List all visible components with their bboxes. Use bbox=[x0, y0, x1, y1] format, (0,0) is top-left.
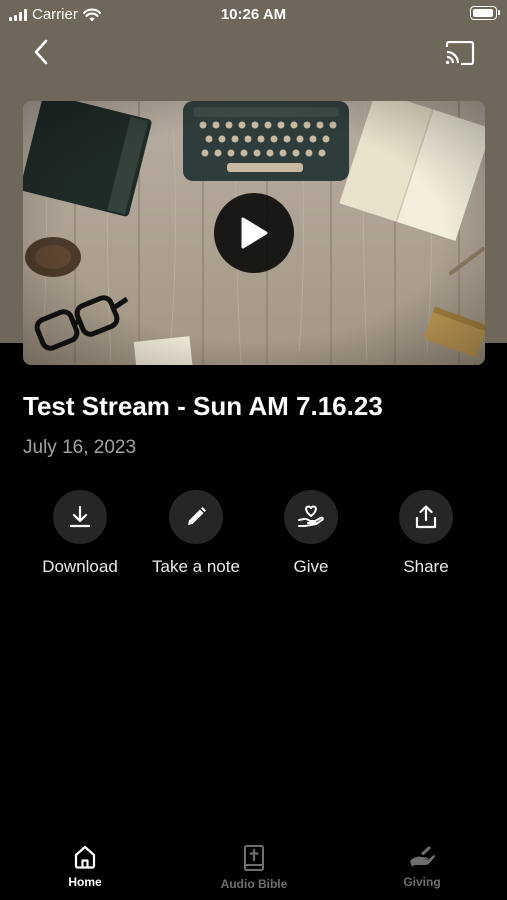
chevron-left-icon bbox=[34, 39, 48, 65]
cast-icon bbox=[445, 41, 475, 65]
tab-audio-bible[interactable]: Audio Bible bbox=[194, 844, 314, 891]
back-button[interactable] bbox=[26, 36, 56, 68]
tab-giving-label: Giving bbox=[403, 875, 441, 889]
sermon-title: Test Stream - Sun AM 7.16.23 bbox=[23, 391, 383, 421]
download-icon bbox=[69, 505, 91, 528]
give-button[interactable]: Give bbox=[253, 490, 369, 577]
bible-icon bbox=[244, 845, 264, 871]
download-label: Download bbox=[42, 557, 118, 576]
tab-home[interactable]: Home bbox=[25, 844, 145, 889]
take-note-button[interactable]: Take a note bbox=[138, 490, 254, 577]
give-circle bbox=[284, 490, 338, 544]
take-note-circle bbox=[169, 490, 223, 544]
status-bar: Carrier 10:26 AM bbox=[0, 0, 507, 30]
video-player[interactable] bbox=[23, 101, 485, 365]
giving-hand-icon bbox=[410, 846, 435, 867]
tab-bar: Home Audio Bible Giving bbox=[0, 838, 507, 900]
battery-level bbox=[473, 9, 493, 17]
take-note-label: Take a note bbox=[152, 557, 240, 576]
share-circle bbox=[399, 490, 453, 544]
home-icon bbox=[74, 845, 96, 869]
cast-button[interactable] bbox=[443, 38, 477, 68]
tab-giving[interactable]: Giving bbox=[362, 844, 482, 889]
share-icon bbox=[415, 505, 437, 529]
action-row: Download Take a note Give Share bbox=[0, 490, 507, 590]
play-button[interactable] bbox=[214, 193, 294, 273]
battery-icon bbox=[470, 6, 500, 20]
sermon-date: July 16, 2023 bbox=[23, 437, 137, 458]
share-button[interactable]: Share bbox=[368, 490, 484, 577]
tab-audio-bible-label: Audio Bible bbox=[220, 877, 288, 891]
give-label: Give bbox=[293, 557, 329, 576]
download-button[interactable]: Download bbox=[22, 490, 138, 577]
hand-heart-icon bbox=[298, 505, 324, 527]
download-circle bbox=[53, 490, 107, 544]
play-icon bbox=[241, 217, 268, 249]
tab-home-label: Home bbox=[68, 875, 102, 889]
status-time: 10:26 AM bbox=[220, 6, 287, 23]
share-label: Share bbox=[403, 557, 449, 576]
pencil-icon bbox=[188, 507, 206, 525]
